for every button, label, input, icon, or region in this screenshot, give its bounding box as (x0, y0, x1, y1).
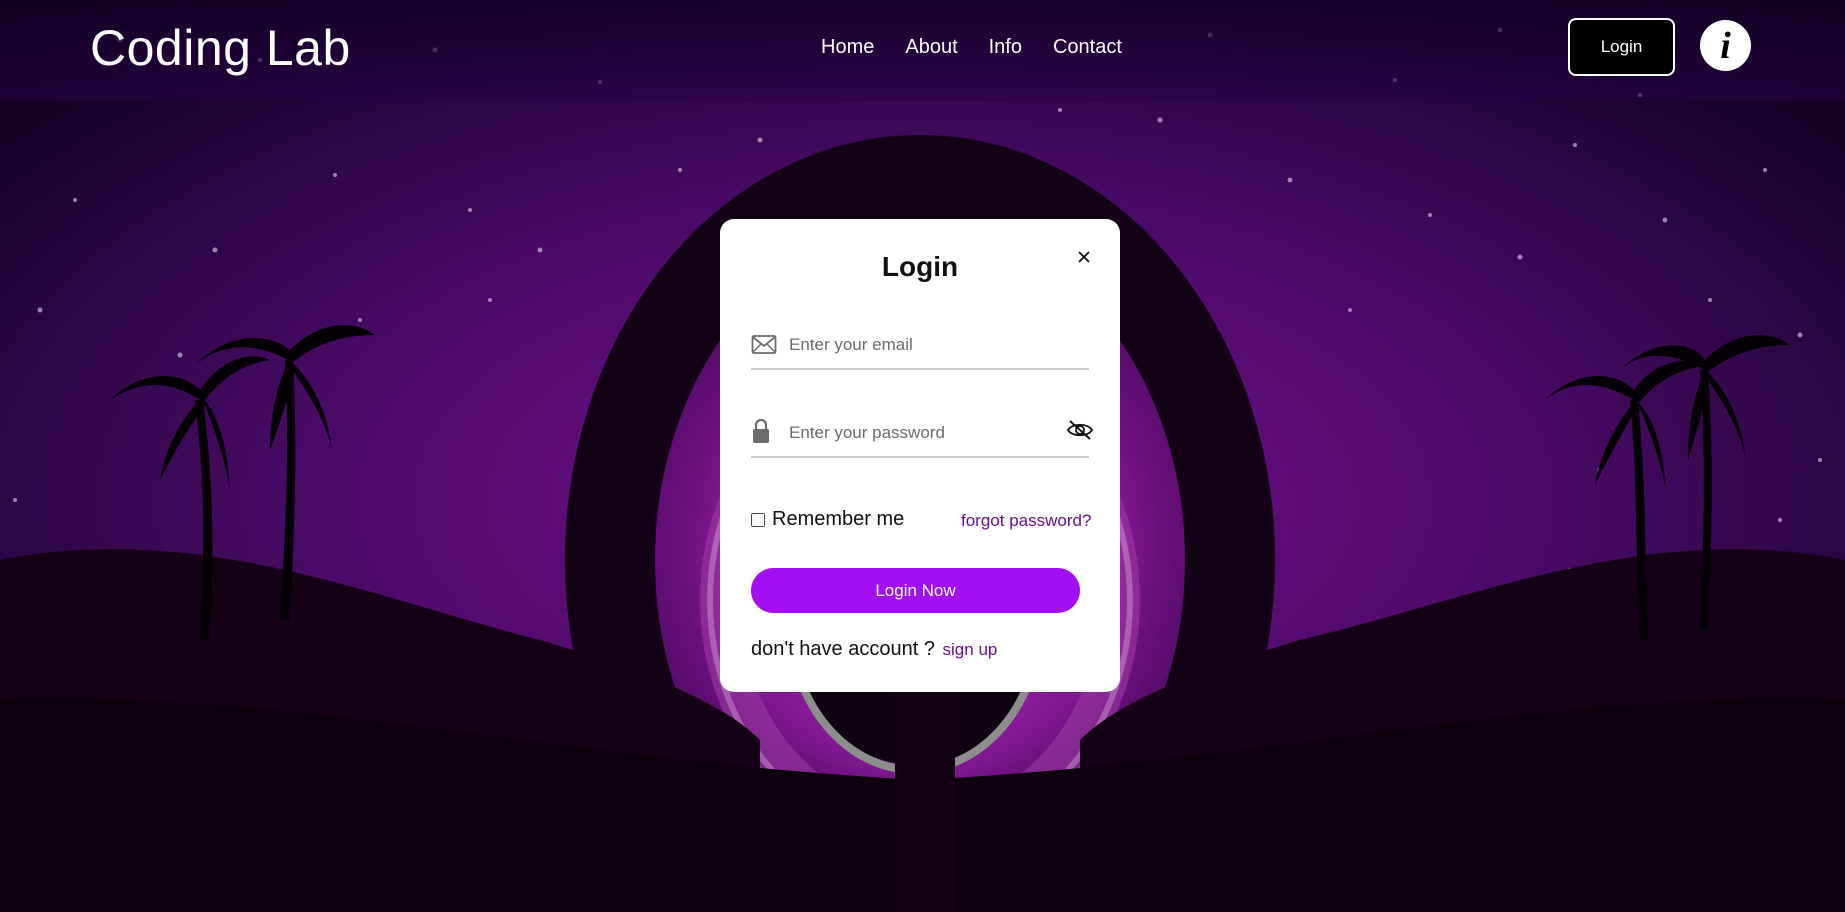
password-input[interactable] (789, 412, 1069, 454)
signup-row: don't have account ? sign up (751, 638, 997, 661)
password-field-wrapper (751, 412, 1089, 458)
remember-me-checkbox[interactable] (751, 512, 765, 527)
close-icon (1078, 251, 1090, 263)
forgot-password-link[interactable]: forgot password? (961, 511, 1091, 531)
email-input[interactable] (789, 324, 1069, 366)
close-button[interactable] (1073, 246, 1095, 268)
email-field-wrapper (751, 324, 1089, 370)
envelope-icon (751, 335, 777, 354)
signup-prompt: don't have account ? (751, 638, 935, 660)
nav-about-link[interactable]: About (905, 36, 957, 59)
main-nav: Home About Info Contact (821, 36, 1122, 59)
nav-info-link[interactable]: Info (989, 36, 1022, 59)
login-now-button[interactable]: Login Now (751, 568, 1080, 613)
info-button[interactable]: i (1700, 20, 1751, 71)
info-icon: i (1720, 24, 1731, 67)
signup-link[interactable]: sign up (943, 640, 998, 659)
remember-me-label[interactable]: Remember me (772, 508, 904, 531)
header-login-button[interactable]: Login (1568, 18, 1675, 76)
nav-contact-link[interactable]: Contact (1053, 36, 1122, 59)
toggle-password-button[interactable] (1066, 419, 1094, 446)
eye-slash-icon (1066, 420, 1094, 440)
brand-logo[interactable]: Coding Lab (90, 19, 351, 77)
lock-icon (753, 418, 769, 443)
nav-home-link[interactable]: Home (821, 36, 874, 59)
top-header: Coding Lab Home About Info Contact Login… (0, 0, 1845, 101)
modal-title: Login (881, 251, 959, 282)
login-modal: Login Remember me forgot pa (720, 219, 1120, 692)
remember-me-row: Remember me (751, 508, 904, 531)
